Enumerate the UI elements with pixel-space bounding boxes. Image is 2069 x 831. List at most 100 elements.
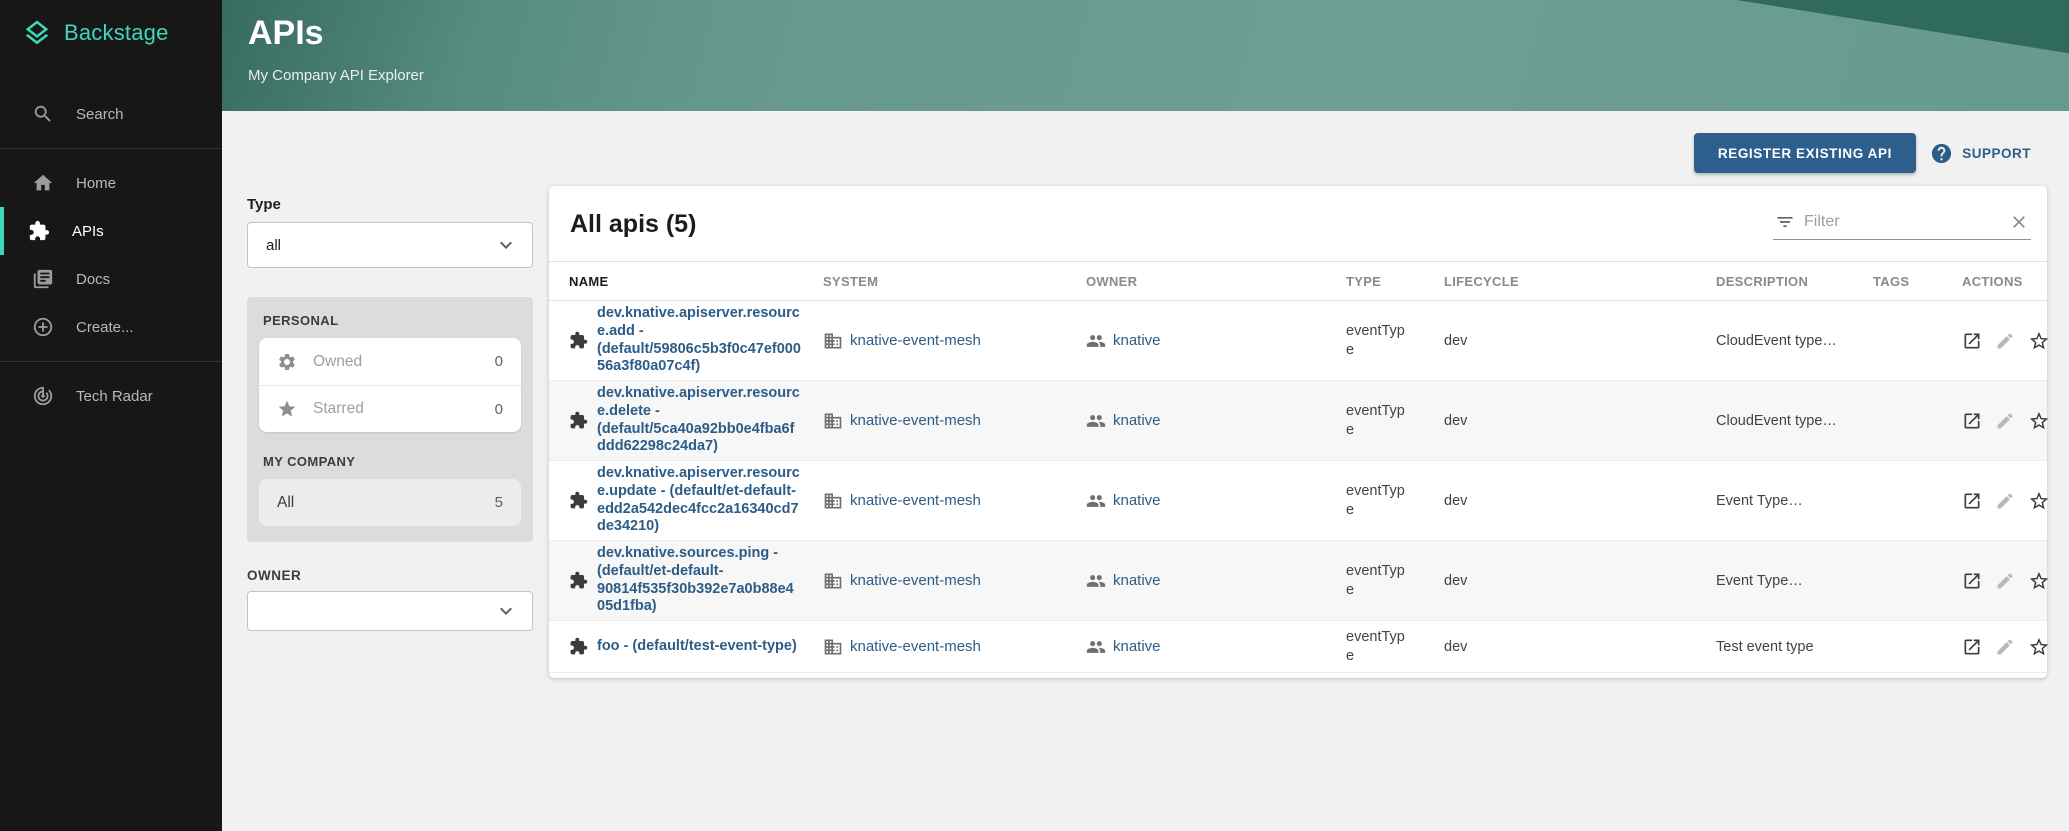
sidebar-divider [0, 361, 222, 362]
api-lifecycle: dev [1444, 333, 1716, 349]
column-header-owner[interactable]: OWNER [1086, 274, 1346, 289]
owner-group-icon [1086, 637, 1106, 657]
sidebar-item-label: Search [76, 106, 124, 123]
owner-link[interactable]: knative [1113, 638, 1161, 655]
owner-link[interactable]: knative [1113, 492, 1161, 509]
api-puzzle-icon [569, 571, 588, 590]
sidebar-item-tech-radar[interactable]: Tech Radar [0, 372, 222, 420]
edit-pencil-icon[interactable] [1995, 491, 2015, 511]
sidebar-item-search[interactable]: Search [0, 90, 222, 138]
column-header-name[interactable]: NAME [569, 274, 823, 289]
sidebar-item-label: Home [76, 175, 116, 192]
column-header-type[interactable]: TYPE [1346, 274, 1444, 289]
table-row: dev.knative.sources.ping - (default/et-d… [549, 541, 2047, 621]
api-description: CloudEvent type… [1716, 333, 1873, 349]
open-in-new-icon[interactable] [1962, 571, 1982, 591]
owner-link[interactable]: knative [1113, 412, 1161, 429]
star-border-icon[interactable] [2028, 330, 2050, 352]
owner-link[interactable]: knative [1113, 572, 1161, 589]
sidebar-item-apis[interactable]: APIs [0, 207, 222, 255]
sidebar-item-home[interactable]: Home [0, 159, 222, 207]
api-type: eventType [1346, 322, 1410, 360]
api-puzzle-icon [569, 637, 588, 656]
api-table-card: All apis (5) NAME SYSTEM OWNER TYPE LIFE… [549, 186, 2047, 678]
api-name-link[interactable]: dev.knative.apiserver.resource.add - (de… [597, 305, 801, 376]
system-icon [823, 331, 843, 351]
star-border-icon[interactable] [2028, 490, 2050, 512]
open-in-new-icon[interactable] [1962, 637, 1982, 657]
help-icon [1930, 142, 1953, 165]
edit-pencil-icon[interactable] [1995, 411, 2015, 431]
my-company-heading: MY COMPANY [263, 454, 521, 469]
filter-item-owned[interactable]: Owned 0 [259, 338, 521, 385]
api-puzzle-icon [569, 491, 588, 510]
clear-filter-icon[interactable] [2009, 212, 2029, 232]
api-lifecycle: dev [1444, 639, 1716, 655]
api-description: Event Type… [1716, 573, 1873, 589]
column-header-description[interactable]: DESCRIPTION [1716, 274, 1873, 289]
api-description: Event Type… [1716, 493, 1873, 509]
support-label: SUPPORT [1962, 146, 2031, 161]
sidebar-item-label: Create... [76, 319, 134, 336]
column-header-tags[interactable]: TAGS [1873, 274, 1962, 289]
column-header-actions: ACTIONS [1962, 274, 2035, 289]
system-link[interactable]: knative-event-mesh [850, 572, 981, 589]
chevron-down-icon [494, 233, 518, 257]
api-type: eventType [1346, 402, 1410, 440]
sidebar-item-docs[interactable]: Docs [0, 255, 222, 303]
column-header-lifecycle[interactable]: LIFECYCLE [1444, 274, 1716, 289]
api-name-link[interactable]: dev.knative.sources.ping - (default/et-d… [597, 545, 801, 616]
entity-picker-panel: PERSONAL Owned 0 Starred 0 MY COMPANY Al… [247, 297, 533, 542]
system-icon [823, 491, 843, 511]
edit-pencil-icon[interactable] [1995, 331, 2015, 351]
page-title: APIs [248, 14, 2069, 53]
star-icon [277, 399, 297, 419]
table-row: dev.knative.apiserver.resource.add - (de… [549, 301, 2047, 381]
owner-select[interactable] [247, 591, 533, 631]
system-link[interactable]: knative-event-mesh [850, 638, 981, 655]
filter-item-all[interactable]: All 5 [259, 479, 521, 526]
open-in-new-icon[interactable] [1962, 491, 1982, 511]
api-lifecycle: dev [1444, 493, 1716, 509]
column-header-system[interactable]: SYSTEM [823, 274, 1086, 289]
owner-link[interactable]: knative [1113, 332, 1161, 349]
home-icon [32, 172, 54, 194]
sidebar-item-create[interactable]: Create... [0, 303, 222, 351]
support-button[interactable]: SUPPORT [1930, 133, 2031, 173]
api-name-link[interactable]: dev.knative.apiserver.resource.update - … [597, 465, 801, 536]
filter-list-icon[interactable] [1775, 212, 1795, 232]
puzzle-icon [28, 220, 50, 242]
docs-icon [32, 268, 54, 290]
star-border-icon[interactable] [2028, 570, 2050, 592]
table-row: dev.knative.apiserver.resource.update - … [549, 461, 2047, 541]
star-border-icon[interactable] [2028, 410, 2050, 432]
page-subtitle: My Company API Explorer [248, 67, 2069, 84]
personal-heading: PERSONAL [263, 313, 521, 328]
table-row: dev.knative.apiserver.resource.delete - … [549, 381, 2047, 461]
owner-group-icon [1086, 331, 1106, 351]
table-filter-input[interactable] [1804, 213, 2000, 231]
edit-pencil-icon[interactable] [1995, 571, 2015, 591]
api-puzzle-icon [569, 331, 588, 350]
logo-text: Backstage [64, 20, 169, 46]
star-border-icon[interactable] [2028, 636, 2050, 658]
register-existing-api-button[interactable]: REGISTER EXISTING API [1694, 133, 1916, 173]
system-icon [823, 411, 843, 431]
filter-item-count: 0 [495, 353, 503, 370]
system-link[interactable]: knative-event-mesh [850, 492, 981, 509]
open-in-new-icon[interactable] [1962, 411, 1982, 431]
sidebar: Backstage Search Home APIs Docs Create..… [0, 0, 222, 831]
filter-item-starred[interactable]: Starred 0 [259, 385, 521, 432]
api-lifecycle: dev [1444, 413, 1716, 429]
backstage-logo[interactable]: Backstage [0, 0, 222, 66]
system-link[interactable]: knative-event-mesh [850, 332, 981, 349]
edit-pencil-icon[interactable] [1995, 637, 2015, 657]
search-icon [32, 103, 54, 125]
api-puzzle-icon [569, 411, 588, 430]
system-link[interactable]: knative-event-mesh [850, 412, 981, 429]
type-select[interactable]: all [247, 222, 533, 268]
api-name-link[interactable]: dev.knative.apiserver.resource.delete - … [597, 385, 801, 456]
open-in-new-icon[interactable] [1962, 331, 1982, 351]
api-description: CloudEvent type… [1716, 413, 1873, 429]
api-name-link[interactable]: foo - (default/test-event-type) [597, 638, 801, 656]
